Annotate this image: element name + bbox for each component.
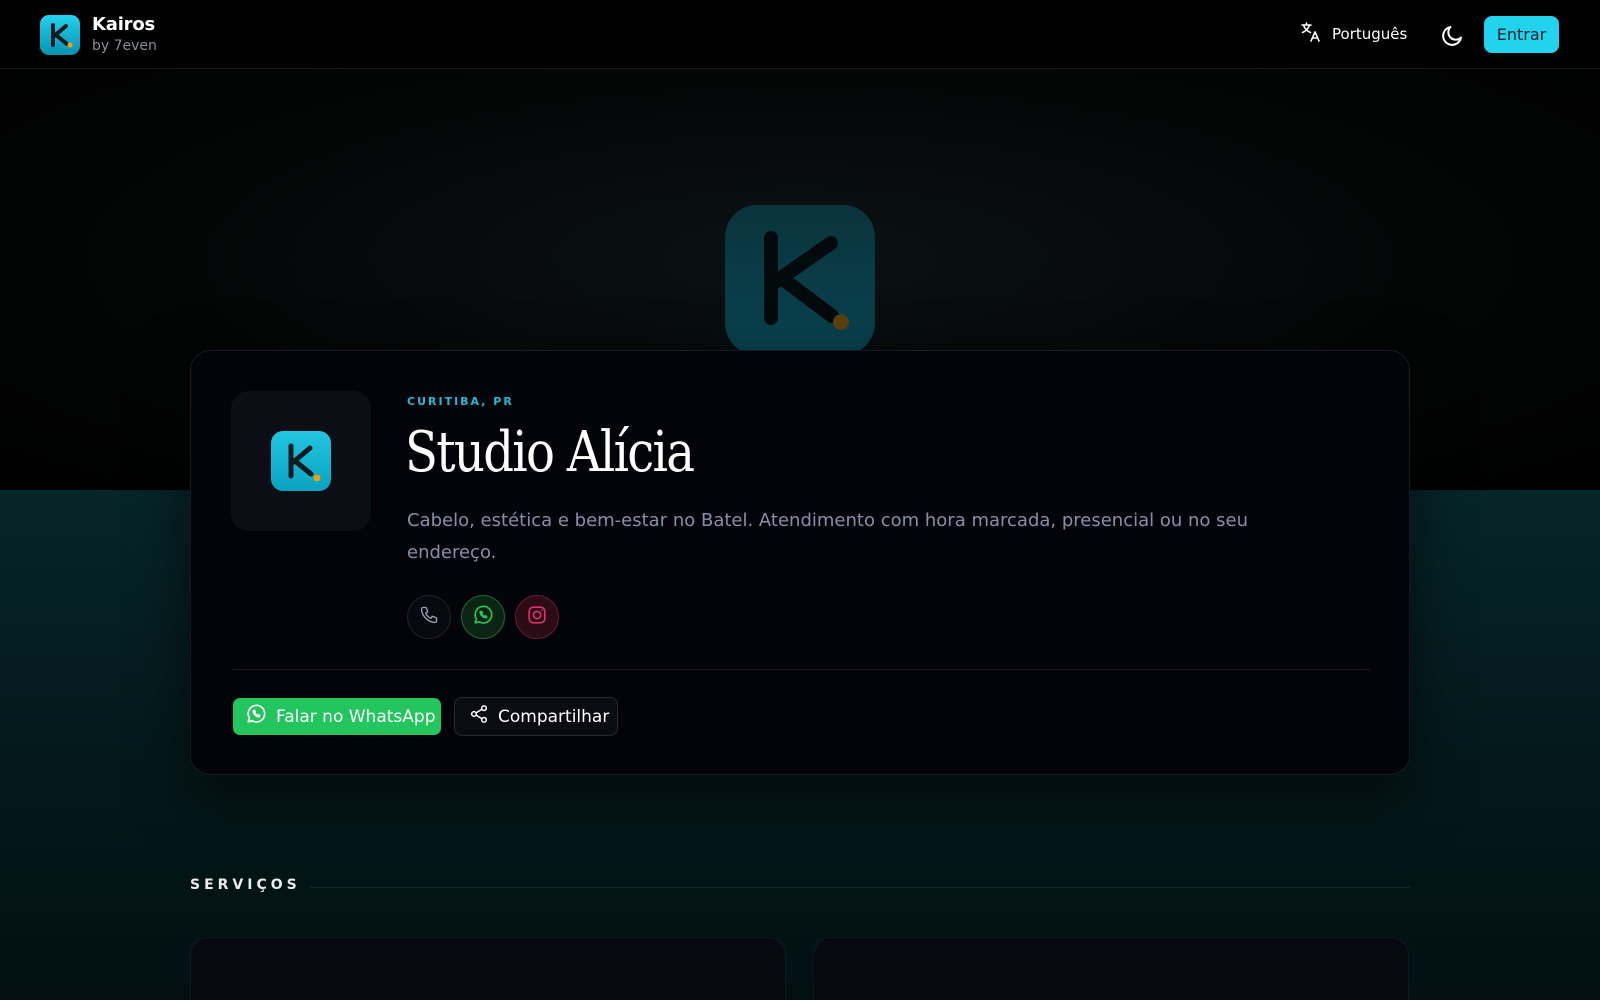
share-button-label: Compartilhar <box>498 706 610 727</box>
whatsapp-button-label: Falar no WhatsApp <box>276 706 436 727</box>
phone-link[interactable] <box>407 595 451 639</box>
share-icon <box>469 704 489 729</box>
language-selector[interactable]: Português <box>1300 20 1407 48</box>
business-description: Cabelo, estética e bem-estar no Batel. A… <box>407 510 1248 563</box>
brand-name: Kairos <box>92 14 156 35</box>
business-name: Studio Alícia <box>405 420 695 485</box>
social-links <box>407 595 559 639</box>
services-divider <box>310 887 1410 888</box>
top-navbar: Kairos by 7even Português Entrar <box>0 0 1600 69</box>
whatsapp-button[interactable]: Falar no WhatsApp <box>233 698 441 735</box>
translate-icon <box>1300 21 1322 47</box>
instagram-icon <box>526 604 548 630</box>
brand[interactable]: Kairos by 7even <box>40 15 157 55</box>
service-card[interactable] <box>813 937 1409 1000</box>
moon-icon <box>1440 26 1466 52</box>
whatsapp-icon <box>472 604 494 630</box>
business-avatar <box>231 391 371 531</box>
service-card[interactable] <box>190 937 786 1000</box>
business-location: CURITIBA, PR <box>407 395 514 408</box>
language-label: Português <box>1332 25 1408 43</box>
share-button[interactable]: Compartilhar <box>454 697 618 736</box>
brand-by: by 7even <box>92 38 157 54</box>
profile-card: CURITIBA, PR Studio Alícia Cabelo, estét… <box>190 350 1410 775</box>
hero-logo-icon <box>725 205 875 355</box>
brand-text: Kairos by 7even <box>92 15 157 55</box>
whatsapp-link[interactable] <box>461 595 505 639</box>
whatsapp-icon <box>245 703 267 730</box>
theme-toggle-button[interactable] <box>1440 22 1466 48</box>
page: Kairos by 7even Português Entrar CURITIB… <box>0 0 1600 1000</box>
services-heading: SERVIÇOS <box>190 877 301 893</box>
login-button[interactable]: Entrar <box>1484 16 1559 53</box>
card-divider <box>232 669 1370 670</box>
phone-icon <box>419 605 439 629</box>
k-logo-icon <box>40 15 80 55</box>
instagram-link[interactable] <box>515 595 559 639</box>
k-logo-icon <box>271 431 331 491</box>
